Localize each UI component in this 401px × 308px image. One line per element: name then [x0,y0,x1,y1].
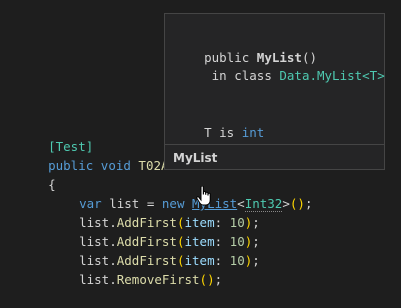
tooltip-type-param: T is int [174,109,264,157]
code-line: list.AddFirst(item: 10); [49,213,260,249]
tooltip-type-param-label: T is [204,125,242,140]
hand-pointer-icon [196,185,212,208]
tooltip-class-link[interactable]: Data.MyList<T> [279,68,384,83]
keyword-public-void: public void [48,158,139,173]
number-literal: 10 [229,253,245,268]
call-parens: () [199,272,215,287]
dot: . [109,272,117,287]
tooltip-type-param-value: int [241,125,265,140]
tooltip-divider [165,144,384,145]
code-line: var list = new MyList<Int32>(); [49,175,312,212]
code-line: [Test] [18,118,93,154]
object-list: list [79,272,110,287]
code-line: { [18,156,56,192]
tooltip-containing-class: in class Data.MyList<T> [174,52,385,100]
method-removefirst: RemoveFirst [116,272,200,287]
tooltip-in-class-label: in class [204,68,280,83]
generic-close: > [282,196,290,211]
semicolon: ; [252,253,260,268]
code-line: list.AddFirst(item: 10); [49,232,260,268]
call-parens: () [289,196,305,211]
code-line: list.RemoveFirst(); [49,251,222,287]
code-line: list.AddFirst(item: 10); [49,194,260,230]
tooltip-footer[interactable]: MyList [173,151,217,165]
hover-tooltip[interactable]: public MyList() in class Data.MyList<T> … [164,13,385,170]
semicolon: ; [304,196,313,211]
semicolon: ; [214,272,223,287]
